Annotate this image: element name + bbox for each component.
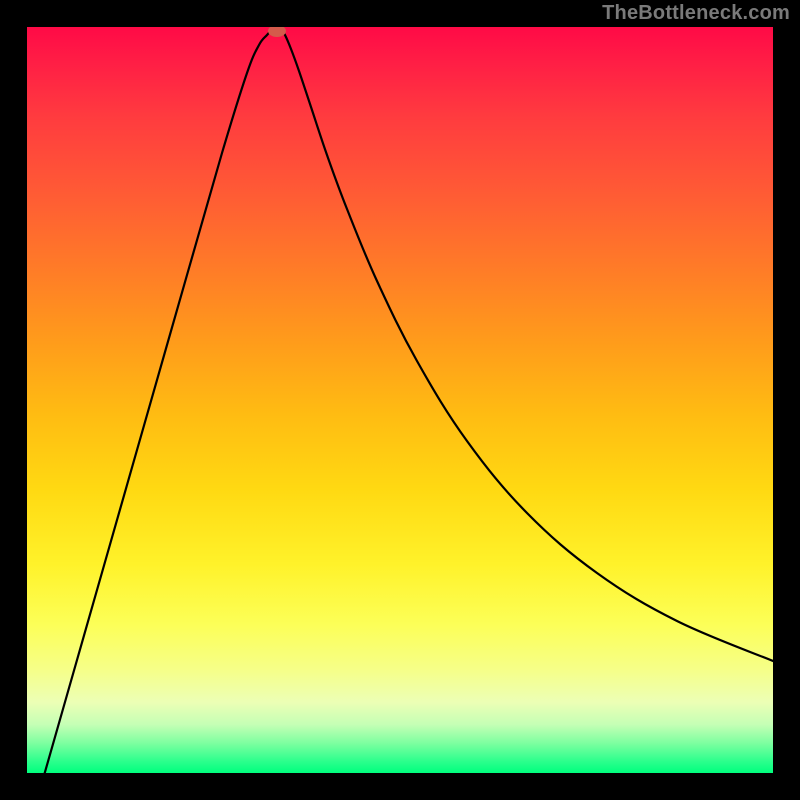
curve-layer [27,27,773,773]
chart-frame: TheBottleneck.com [0,0,800,800]
optimal-point-marker [268,27,286,37]
watermark-text: TheBottleneck.com [602,2,790,25]
bottleneck-curve [39,27,773,773]
plot-area [27,27,773,773]
